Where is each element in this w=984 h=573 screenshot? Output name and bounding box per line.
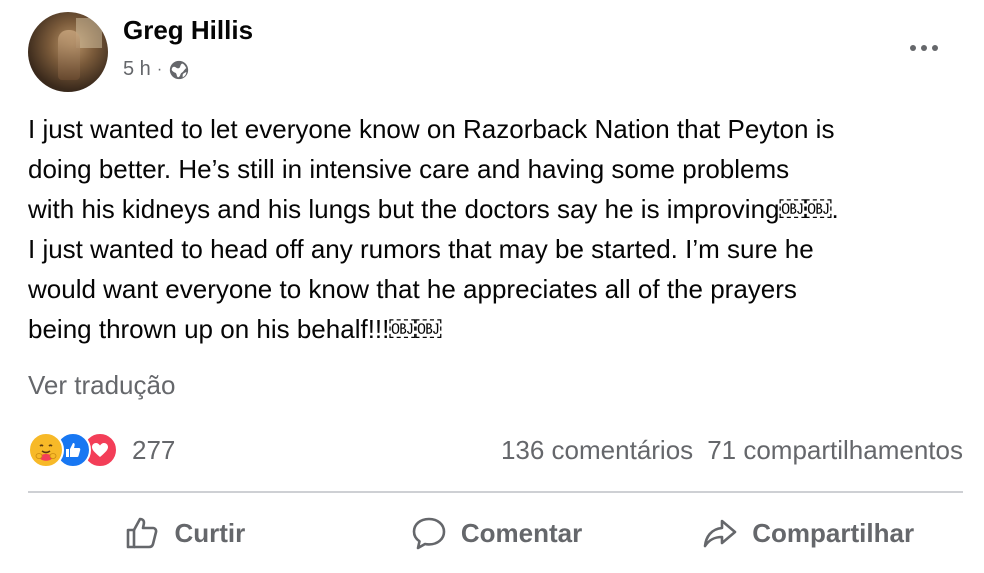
shares-count-link[interactable]: 71 compartilhamentos bbox=[707, 435, 963, 466]
engagement-counts: 136 comentários 71 compartilhamentos bbox=[501, 428, 963, 472]
comment-button-label: Comentar bbox=[460, 517, 583, 548]
comment-bubble-icon bbox=[412, 517, 446, 550]
post-text-line: with his kidneys and his lungs but the d… bbox=[28, 194, 839, 224]
avatar-figure bbox=[58, 30, 80, 80]
like-button-label: Curtir bbox=[174, 517, 246, 548]
share-button-label: Compartilhar bbox=[752, 517, 915, 548]
care-reaction-icon bbox=[28, 432, 64, 468]
post-actions: Curtir Comentar Compartilhar bbox=[28, 503, 963, 563]
author-name[interactable]: Greg Hillis bbox=[123, 15, 253, 46]
see-translation-link[interactable]: Ver tradução bbox=[28, 370, 175, 401]
post-meta: 5 h · bbox=[123, 58, 190, 81]
comments-count-link[interactable]: 136 comentários bbox=[501, 435, 693, 466]
post-text-line: being thrown up on his behalf!!!￼￼ bbox=[28, 314, 442, 344]
share-arrow-icon bbox=[703, 519, 737, 548]
post-header: Greg Hillis 5 h · bbox=[28, 12, 958, 92]
post-text: I just wanted to let everyone know on Ra… bbox=[28, 109, 963, 349]
comment-button[interactable]: Comentar bbox=[340, 503, 652, 563]
reaction-count: 277 bbox=[132, 434, 176, 465]
post-text-line: would want everyone to know that he appr… bbox=[28, 274, 797, 304]
post-text-line: doing better. He’s still in intensive ca… bbox=[28, 154, 790, 184]
actions-divider bbox=[28, 491, 963, 493]
more-options-button[interactable] bbox=[902, 36, 946, 60]
reactions-summary[interactable]: 277 bbox=[28, 428, 175, 472]
like-button[interactable]: Curtir bbox=[28, 503, 340, 563]
post-stats: 277 136 comentários 71 compartilhamentos bbox=[28, 428, 963, 472]
share-button[interactable]: Compartilhar bbox=[651, 503, 963, 563]
avatar[interactable] bbox=[28, 12, 108, 92]
more-options-icon bbox=[910, 45, 938, 51]
globe-icon[interactable] bbox=[168, 59, 190, 81]
post-time[interactable]: 5 h bbox=[123, 58, 151, 81]
thumbs-up-icon bbox=[127, 517, 158, 549]
post-text-line: I just wanted to head off any rumors tha… bbox=[28, 234, 814, 264]
meta-separator: · bbox=[156, 60, 163, 78]
facebook-post: Greg Hillis 5 h · I just wanted to let e… bbox=[0, 0, 984, 573]
post-text-line: I just wanted to let everyone know on Ra… bbox=[28, 114, 835, 144]
